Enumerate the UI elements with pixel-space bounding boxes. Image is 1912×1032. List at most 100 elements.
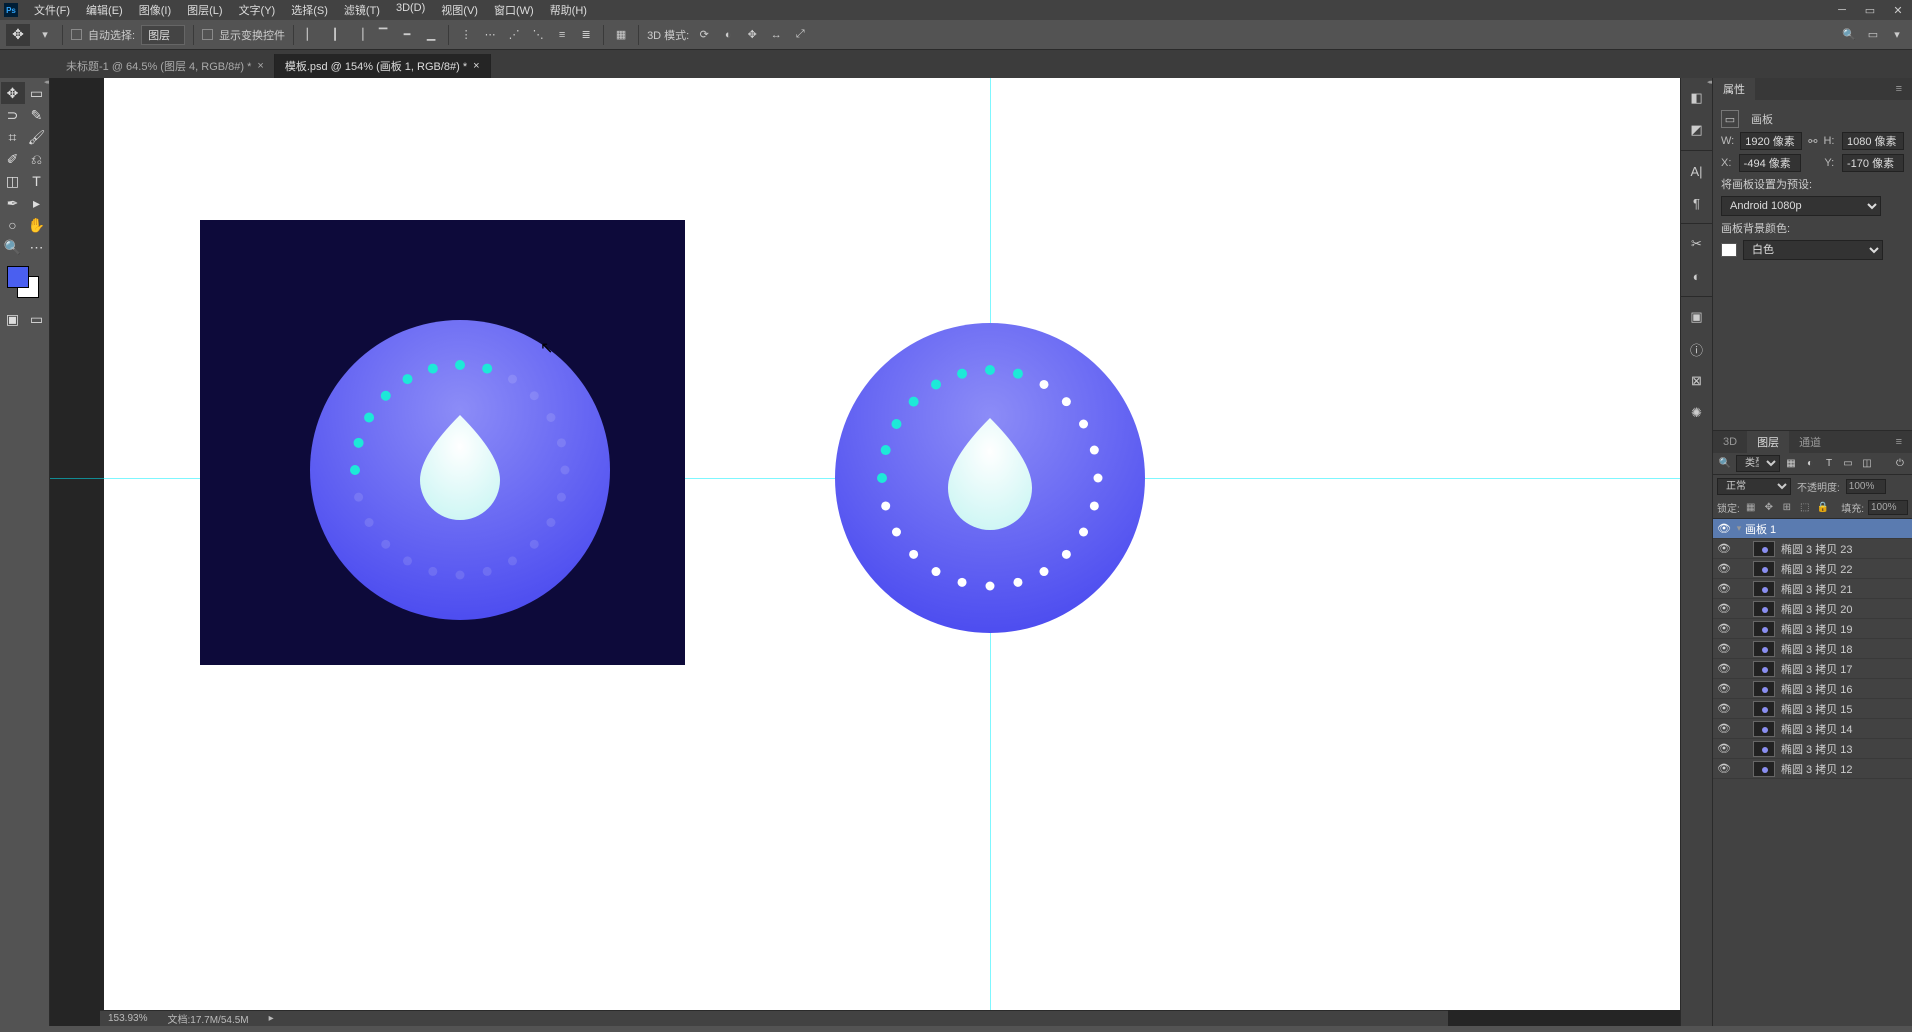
blend-mode-select[interactable]: 正常 <box>1717 478 1791 495</box>
layers-tab[interactable]: 图层 <box>1747 431 1789 453</box>
align-center-h-icon[interactable]: ┃ <box>326 26 344 44</box>
lock-nest-icon[interactable]: ⬚ <box>1798 501 1812 515</box>
layer-row[interactable]: 👁椭圆 3 拷贝 18 <box>1713 639 1912 659</box>
move-tool-icon[interactable]: ✥ <box>6 24 30 46</box>
align-right-icon[interactable]: ▕ <box>350 26 368 44</box>
lock-artboard-icon[interactable]: ⊞ <box>1780 501 1794 515</box>
distribute-5-icon[interactable]: ≡ <box>553 26 571 44</box>
layer-name[interactable]: 椭圆 3 拷贝 14 <box>1781 721 1910 737</box>
layer-row[interactable]: 👁 椭圆 3 拷贝 13 <box>1713 739 1912 759</box>
align-center-v-icon[interactable]: ━ <box>398 26 416 44</box>
type-tool[interactable]: T <box>25 170 49 192</box>
layer-name[interactable]: 椭圆 3 拷贝 13 <box>1781 741 1910 757</box>
3d-tab[interactable]: 3D <box>1713 431 1747 453</box>
lock-position-icon[interactable]: ✥ <box>1762 501 1776 515</box>
filter-type-icon[interactable]: T <box>1821 456 1837 472</box>
opacity-input[interactable] <box>1846 479 1886 494</box>
eyedropper-tool[interactable]: ✐ <box>1 148 25 170</box>
lock-pixels-icon[interactable]: ▦ <box>1744 501 1758 515</box>
layer-name[interactable]: 椭圆 3 拷贝 19 <box>1781 621 1910 637</box>
distribute-3-icon[interactable]: ⋰ <box>505 26 523 44</box>
navigator-panel-icon[interactable]: ⊠ <box>1684 368 1710 394</box>
distribute-4-icon[interactable]: ⋱ <box>529 26 547 44</box>
document-tab[interactable]: 模板.psd @ 154% (画板 1, RGB/8#) *× <box>275 54 491 78</box>
x-input[interactable] <box>1739 154 1801 172</box>
layer-row[interactable]: 👁椭圆 3 拷贝 16 <box>1713 679 1912 699</box>
visibility-toggle[interactable]: 👁 <box>1715 742 1733 755</box>
tab-close-icon[interactable]: × <box>473 60 479 72</box>
hand-tool[interactable]: ✋ <box>25 214 49 236</box>
fill-input[interactable] <box>1868 500 1908 515</box>
layer-name[interactable]: 椭圆 3 拷贝 22 <box>1781 561 1910 577</box>
bgcolor-select[interactable]: 白色 <box>1743 240 1883 260</box>
minimize-button[interactable]: ─ <box>1832 3 1852 17</box>
filter-search-icon[interactable]: 🔍 <box>1717 456 1733 472</box>
foreground-swatch[interactable] <box>7 266 29 288</box>
layer-name[interactable]: 椭圆 3 拷贝 18 <box>1781 641 1910 657</box>
width-input[interactable] <box>1740 132 1802 150</box>
layer-name[interactable]: 椭圆 3 拷贝 16 <box>1781 681 1910 697</box>
dropdown-icon[interactable]: ▾ <box>36 26 54 44</box>
layer-row[interactable]: 👁椭圆 3 拷贝 23 <box>1713 539 1912 559</box>
3d-scale-icon[interactable]: ⤢ <box>791 26 809 44</box>
visibility-toggle[interactable]: 👁 <box>1715 522 1733 535</box>
visibility-toggle[interactable]: 👁 <box>1715 722 1733 735</box>
menu-item[interactable]: 3D(D) <box>388 2 433 18</box>
adjustments-panel-icon[interactable]: ✂ <box>1684 231 1710 257</box>
filter-adjust-icon[interactable]: ◐ <box>1802 456 1818 472</box>
distribute-2-icon[interactable]: ⋯ <box>481 26 499 44</box>
auto-select-target[interactable]: 图层 <box>141 25 185 45</box>
align-bottom-icon[interactable]: ▁ <box>422 26 440 44</box>
y-input[interactable] <box>1842 154 1904 172</box>
eraser-tool[interactable]: ◫ <box>1 170 25 192</box>
distribute-1-icon[interactable]: ⋮ <box>457 26 475 44</box>
move-tool[interactable]: ✥ <box>1 82 25 104</box>
quick-mask-tool[interactable]: ▣ <box>1 308 25 330</box>
close-button[interactable]: ✕ <box>1888 3 1908 17</box>
align-left-icon[interactable]: ▏ <box>302 26 320 44</box>
3d-slide-icon[interactable]: ↔ <box>767 26 785 44</box>
filter-pixel-icon[interactable]: ▦ <box>1783 456 1799 472</box>
bgcolor-swatch[interactable] <box>1721 243 1737 257</box>
menu-item[interactable]: 文件(F) <box>26 2 78 18</box>
zoom-tool[interactable]: 🔍 <box>1 236 25 258</box>
color-panel-icon[interactable]: ◩ <box>1684 117 1710 143</box>
show-transform-checkbox[interactable] <box>202 29 213 40</box>
layer-name[interactable]: 椭圆 3 拷贝 12 <box>1781 761 1910 777</box>
ellipse-tool[interactable]: ○ <box>1 214 25 236</box>
screen-mode-tool[interactable]: ▭ <box>25 308 49 330</box>
zoom-level[interactable]: 153.93% <box>108 1013 147 1024</box>
clone-tool[interactable]: ⎌ <box>25 148 49 170</box>
menu-item[interactable]: 图像(I) <box>131 2 179 18</box>
canvas-area[interactable]: ↖ 153.93% 文档:17.7M/54.5M ▸ <box>50 78 1680 1026</box>
artboard-layer-row[interactable]: 👁 ▾ 画板 1 <box>1713 519 1912 539</box>
menu-item[interactable]: 滤镜(T) <box>336 2 388 18</box>
document-tab[interactable]: 未标题-1 @ 64.5% (图层 4, RGB/8#) *× <box>56 54 275 78</box>
preset-select[interactable]: Android 1080p <box>1721 196 1881 216</box>
menu-item[interactable]: 窗口(W) <box>486 2 542 18</box>
pen-tool[interactable]: ✒ <box>1 192 25 214</box>
visibility-toggle[interactable]: 👁 <box>1715 602 1733 615</box>
lock-all-icon[interactable]: 🔒 <box>1816 501 1830 515</box>
3d-roll-icon[interactable]: ◐ <box>719 26 737 44</box>
layer-name[interactable]: 椭圆 3 拷贝 20 <box>1781 601 1910 617</box>
layers-panel-menu-icon[interactable]: ≡ <box>1886 431 1912 453</box>
layer-name[interactable]: 椭圆 3 拷贝 23 <box>1781 541 1910 557</box>
menu-item[interactable]: 选择(S) <box>283 2 336 18</box>
menu-item[interactable]: 图层(L) <box>179 2 230 18</box>
crop-tool[interactable]: ⌗ <box>1 126 25 148</box>
tab-close-icon[interactable]: × <box>257 60 263 72</box>
visibility-toggle[interactable]: 👁 <box>1715 702 1733 715</box>
distribute-6-icon[interactable]: ≣ <box>577 26 595 44</box>
filter-shape-icon[interactable]: ▭ <box>1840 456 1856 472</box>
auto-align-icon[interactable]: ▦ <box>612 26 630 44</box>
edit-toolbar[interactable]: ⋯ <box>25 236 49 258</box>
filter-toggle-icon[interactable]: ⏻ <box>1892 456 1908 472</box>
layer-row[interactable]: 👁 椭圆 3 拷贝 20 <box>1713 599 1912 619</box>
layer-name[interactable]: 椭圆 3 拷贝 15 <box>1781 701 1910 717</box>
layer-row[interactable]: 👁 椭圆 3 拷贝 14 <box>1713 719 1912 739</box>
link-wh-icon[interactable]: ⚯ <box>1808 135 1817 148</box>
layer-name[interactable]: 椭圆 3 拷贝 17 <box>1781 661 1910 677</box>
menu-item[interactable]: 编辑(E) <box>78 2 131 18</box>
path-select-tool[interactable]: ▸ <box>25 192 49 214</box>
